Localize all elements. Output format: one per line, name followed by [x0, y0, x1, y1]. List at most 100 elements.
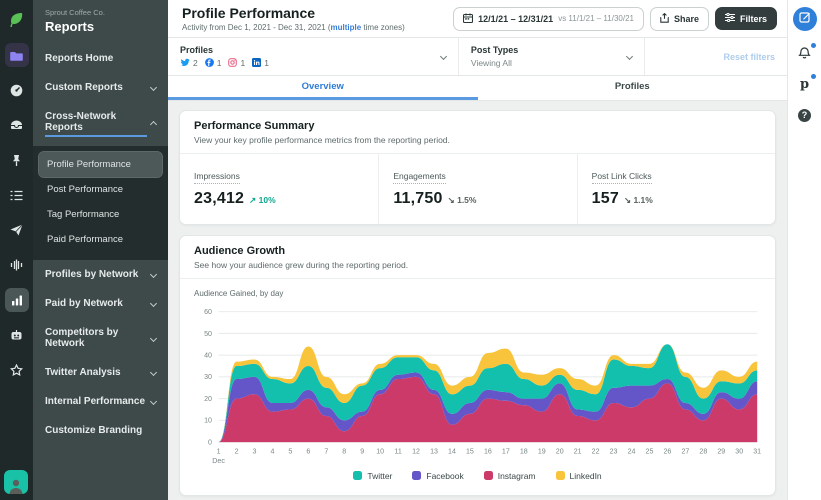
svg-text:10: 10 [376, 447, 384, 455]
dashboard-gauge-icon[interactable] [5, 78, 29, 102]
sidebar-item-tag-performance[interactable]: Tag Performance [39, 202, 162, 227]
filter-bar: Profiles 2 1 1 1 Post Types Viewing All … [168, 38, 787, 76]
svg-text:1: 1 [217, 447, 221, 455]
share-button[interactable]: Share [649, 6, 709, 31]
svg-text:18: 18 [520, 447, 528, 455]
svg-text:9: 9 [360, 447, 364, 455]
legend-label: Twitter [367, 470, 393, 481]
sidebar-item-twitter-analysis[interactable]: Twitter Analysis [33, 358, 168, 387]
report-tabs: Overview Profiles [168, 76, 787, 101]
sidebar-item-internal-performance[interactable]: Internal Performance [33, 387, 168, 416]
svg-text:8: 8 [342, 447, 346, 455]
audience-growth-header: Audience Growth See how your audience gr… [180, 236, 775, 279]
svg-text:20: 20 [204, 395, 212, 403]
svg-text:12: 12 [412, 447, 420, 455]
legend-item-twitter[interactable]: Twitter [353, 471, 392, 481]
legend-label: Instagram [497, 470, 536, 481]
metric-label[interactable]: Engagements [393, 171, 446, 184]
chart-axis-title: Audience Gained, by day [194, 289, 284, 298]
sprout-assistant-icon[interactable]: p [796, 74, 816, 93]
bot-icon[interactable] [5, 323, 29, 347]
app-window: Sprout Coffee Co. Reports Reports Home C… [0, 0, 821, 500]
twitter-count: 2 [180, 58, 198, 69]
reset-filters-area: Reset filters [645, 38, 787, 75]
audience-growth-chart-area: Audience Gained, by day 60 50 40 30 20 10 0 1 2 3… [180, 279, 775, 495]
sidebar-item-profile-performance[interactable]: Profile Performance [38, 151, 163, 178]
post-types-filter-value: Viewing All [470, 58, 512, 68]
performance-summary-description: View your key profile performance metric… [194, 135, 450, 145]
sprout-logo-icon[interactable] [5, 8, 29, 32]
sidebar-item-reports-home[interactable]: Reports Home [33, 44, 168, 73]
publishing-send-icon[interactable] [5, 218, 29, 242]
profiles-filter[interactable]: Profiles 2 1 1 1 [168, 38, 459, 75]
audience-growth-chart[interactable]: 60504030201001 2 3 4 5 6 7 8 9 10 11 12 13 14 15 16 17 18… [194, 306, 761, 467]
profile-network-counts: 2 1 1 1 [180, 57, 269, 69]
tab-overview[interactable]: Overview [168, 76, 478, 100]
reset-filters-link[interactable]: Reset filters [723, 52, 775, 62]
filters-sliders-icon [724, 12, 735, 24]
filters-button[interactable]: Filters [714, 7, 777, 30]
sidebar-item-cross-network-reports[interactable]: Cross-Network Reports [33, 102, 168, 146]
instagram-count: 1 [228, 57, 245, 69]
sidebar-item-post-performance[interactable]: Post Performance [39, 177, 162, 202]
legend-item-linkedin[interactable]: LinkedIn [555, 471, 602, 481]
svg-text:40: 40 [204, 351, 212, 359]
metric-change-down: ↘ 1.5% [447, 195, 477, 205]
legend-swatch [353, 471, 363, 481]
user-avatar[interactable] [4, 470, 28, 494]
post-types-filter[interactable]: Post Types Viewing All [459, 38, 645, 75]
main-content: Profile Performance Activity from Dec 1,… [168, 0, 787, 500]
post-types-filter-label: Post Types [470, 45, 519, 55]
legend-swatch [483, 471, 493, 481]
date-range-value: 12/1/21 – 12/31/21 [478, 13, 554, 24]
svg-text:Dec: Dec [212, 457, 225, 465]
svg-text:14: 14 [448, 447, 456, 455]
svg-text:30: 30 [204, 373, 212, 381]
metrics-row: Impressions 23,412 ↗ 10% Engagements 11,… [180, 154, 775, 224]
multiple-time-zones-link[interactable]: multiple [331, 23, 362, 32]
metric-label[interactable]: Post Link Clicks [591, 171, 652, 184]
sidebar-title: Reports [45, 19, 95, 34]
metric-value: 157 [591, 190, 619, 207]
reviews-star-icon[interactable] [5, 358, 29, 382]
chevron-down-icon [149, 334, 158, 342]
svg-text:7: 7 [324, 447, 328, 455]
legend-swatch [412, 471, 422, 481]
legend-item-facebook[interactable]: Facebook [412, 471, 464, 481]
sidebar-item-paid-performance[interactable]: Paid Performance [39, 227, 162, 252]
metric-impressions: Impressions 23,412 ↗ 10% [180, 154, 378, 224]
linkedin-icon [252, 57, 262, 69]
legend-swatch [555, 471, 565, 481]
legend-item-instagram[interactable]: Instagram [483, 470, 536, 481]
audience-growth-card: Audience Growth See how your audience gr… [179, 235, 776, 496]
date-range-button[interactable]: 12/1/21 – 12/31/21 vs 11/1/21 – 11/30/21 [453, 6, 644, 31]
svg-text:15: 15 [466, 447, 474, 455]
reports-bar-chart-icon[interactable] [4, 288, 29, 312]
svg-text:17: 17 [502, 447, 510, 455]
org-name: Sprout Coffee Co. [45, 8, 105, 17]
sidebar-item-competitors-by-network[interactable]: Competitors by Network [33, 318, 168, 358]
svg-text:50: 50 [204, 330, 212, 338]
help-icon[interactable]: ? [796, 106, 814, 124]
report-content: Performance Summary View your key profil… [168, 101, 787, 500]
sidebar-item-custom-reports[interactable]: Custom Reports [33, 73, 168, 102]
reports-folder-icon[interactable] [4, 43, 29, 67]
sidebar-item-paid-by-network[interactable]: Paid by Network [33, 289, 168, 318]
inbox-icon[interactable] [5, 113, 29, 137]
feeds-list-icon[interactable] [5, 183, 29, 207]
pushpin-icon[interactable] [5, 148, 29, 172]
listening-waveform-icon[interactable] [5, 253, 29, 277]
svg-text:20: 20 [556, 447, 564, 455]
tab-profiles[interactable]: Profiles [478, 76, 788, 100]
page-header-titles: Profile Performance Activity from Dec 1,… [182, 5, 405, 32]
page-header: Profile Performance Activity from Dec 1,… [168, 0, 787, 38]
chevron-down-icon [149, 397, 158, 406]
notifications-bell-icon[interactable] [796, 43, 816, 62]
compose-button[interactable] [792, 7, 817, 31]
svg-text:5: 5 [288, 447, 292, 455]
metric-label[interactable]: Impressions [194, 171, 240, 184]
metric-post-link-clicks: Post Link Clicks 157 ↘ 1.1% [576, 154, 775, 224]
sidebar-item-customize-branding[interactable]: Customize Branding [33, 416, 168, 445]
sidebar-item-profiles-by-network[interactable]: Profiles by Network [33, 260, 168, 289]
cross-network-submenu: Profile Performance Post Performance Tag… [33, 146, 168, 260]
